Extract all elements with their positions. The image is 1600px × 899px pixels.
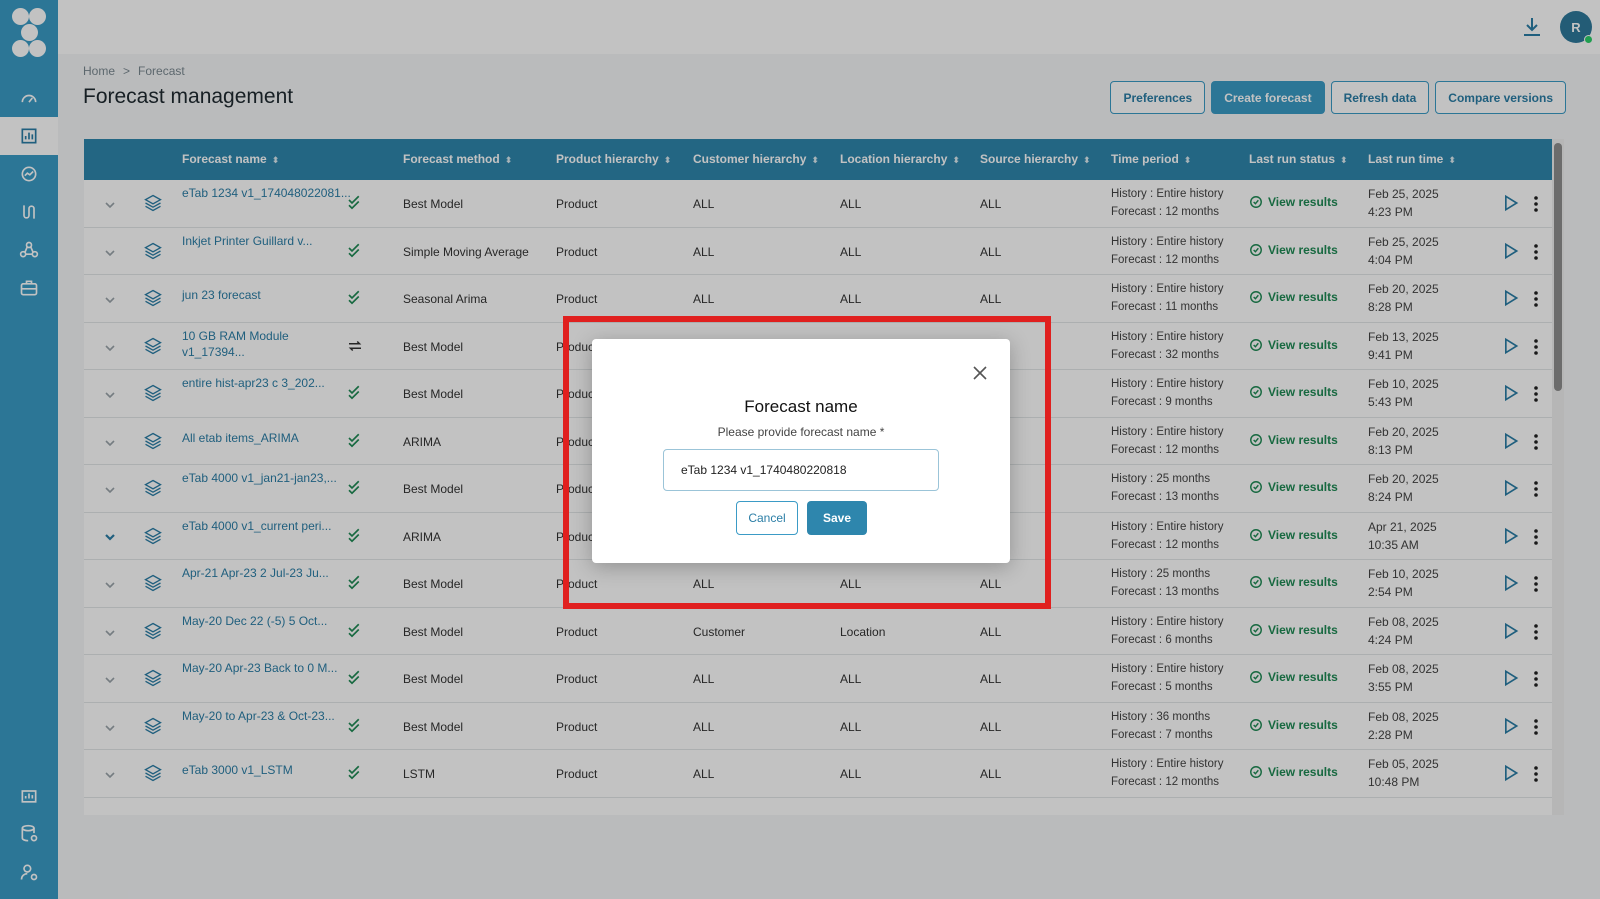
close-icon[interactable] [970,363,990,383]
cancel-button[interactable]: Cancel [736,501,798,535]
save-button[interactable]: Save [807,501,867,535]
dialog-title: Forecast name [744,397,858,416]
forecast-name-label: Please provide forecast name * [717,425,885,439]
forecast-name-input[interactable] [663,449,939,491]
forecast-name-dialog: Forecast name Please provide forecast na… [592,339,1010,563]
